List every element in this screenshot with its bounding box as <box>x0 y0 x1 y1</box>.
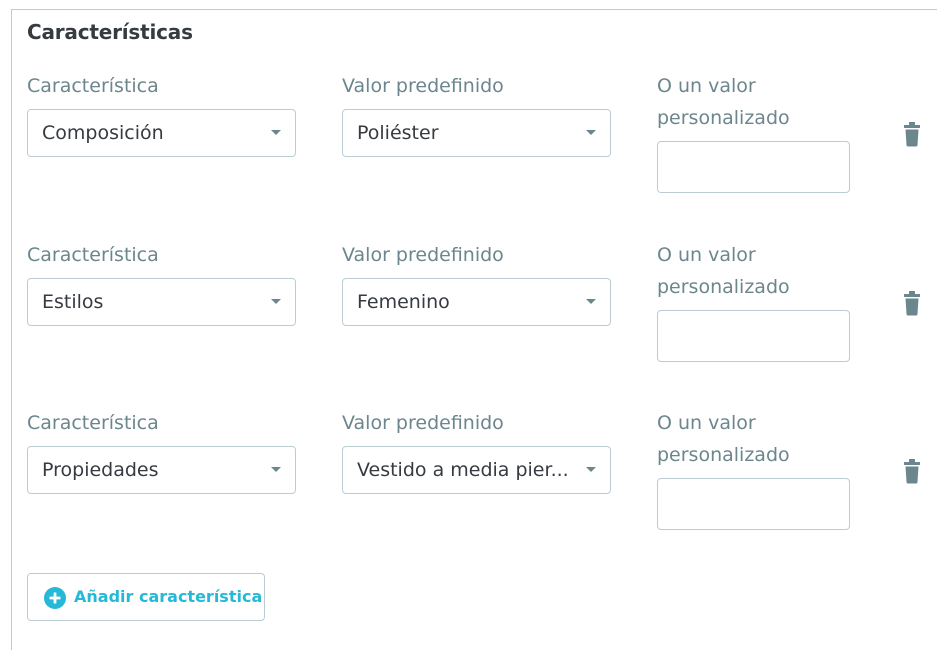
custom-value-input[interactable] <box>657 310 850 362</box>
caret-down-icon <box>271 467 281 472</box>
predefined-value-select[interactable]: Vestido a media pier... <box>342 446 611 494</box>
feature-label: Característica <box>27 412 159 434</box>
custom-value-label: O un valor personalizado <box>657 75 790 129</box>
predefined-value-select[interactable]: Poliéster <box>342 109 611 157</box>
features-panel: Características Característica Valor pre… <box>11 9 937 650</box>
predefined-value-label: Valor predefinido <box>342 75 504 97</box>
trash-icon[interactable] <box>903 289 921 317</box>
feature-select[interactable]: Propiedades <box>27 446 296 494</box>
feature-row: Característica Valor predefinido O un va… <box>12 70 937 230</box>
feature-label: Característica <box>27 75 159 97</box>
feature-label: Característica <box>27 244 159 266</box>
add-feature-label: Añadir característica <box>74 587 263 606</box>
predefined-select-value: Femenino <box>357 291 450 313</box>
plus-circle-icon <box>44 587 66 609</box>
trash-icon[interactable] <box>903 457 921 485</box>
section-title: Características <box>27 20 193 44</box>
predefined-value-select[interactable]: Femenino <box>342 278 611 326</box>
add-feature-button[interactable]: Añadir característica <box>27 573 265 621</box>
caret-down-icon <box>586 130 596 135</box>
feature-row: Característica Valor predefinido O un va… <box>12 407 937 567</box>
predefined-value-label: Valor predefinido <box>342 244 504 266</box>
predefined-select-value: Poliéster <box>357 122 439 144</box>
caret-down-icon <box>586 467 596 472</box>
feature-select[interactable]: Composición <box>27 109 296 157</box>
predefined-value-label: Valor predefinido <box>342 412 504 434</box>
feature-select-value: Propiedades <box>42 459 159 481</box>
trash-icon[interactable] <box>903 120 921 148</box>
caret-down-icon <box>586 299 596 304</box>
feature-select[interactable]: Estilos <box>27 278 296 326</box>
predefined-select-value: Vestido a media pier... <box>357 459 569 481</box>
feature-select-value: Composición <box>42 122 164 144</box>
custom-value-label: O un valor personalizado <box>657 412 790 466</box>
caret-down-icon <box>271 130 281 135</box>
custom-value-input[interactable] <box>657 478 850 530</box>
feature-row: Característica Valor predefinido O un va… <box>12 239 937 399</box>
feature-select-value: Estilos <box>42 291 104 313</box>
custom-value-input[interactable] <box>657 141 850 193</box>
custom-value-label: O un valor personalizado <box>657 244 790 298</box>
caret-down-icon <box>271 299 281 304</box>
